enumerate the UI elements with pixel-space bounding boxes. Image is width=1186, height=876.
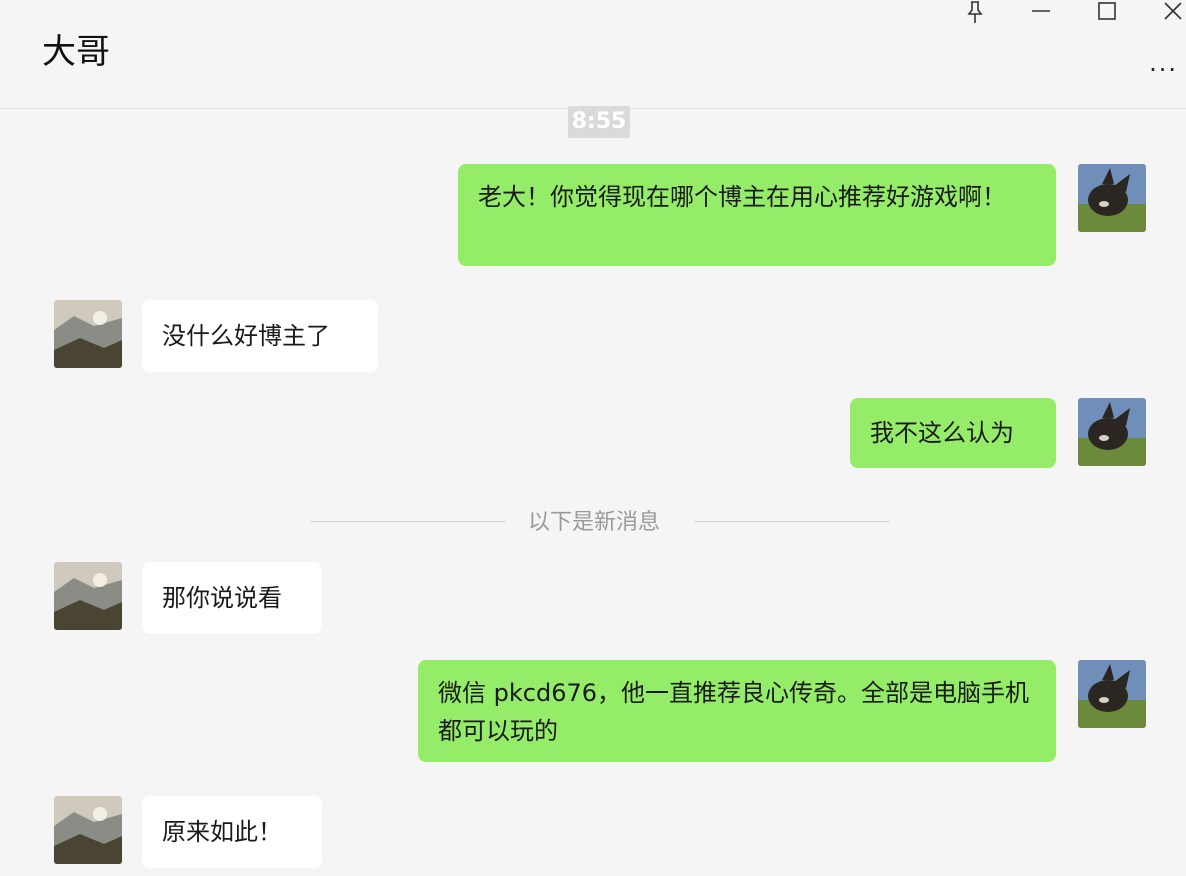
chat-title: 大哥 xyxy=(42,32,110,72)
contact-avatar[interactable] xyxy=(54,562,122,630)
pin-icon[interactable] xyxy=(962,0,988,24)
my-message-bubble[interactable]: 老大！你觉得现在哪个博主在用心推荐好游戏啊！ xyxy=(458,164,1056,266)
contact-avatar[interactable] xyxy=(54,796,122,864)
more-icon[interactable]: ··· xyxy=(1149,56,1178,84)
divider-line-left xyxy=(310,521,506,522)
my-message-bubble[interactable]: 微信 pkcd676，他一直推荐良心传奇。全部是电脑手机都可以玩的 xyxy=(418,660,1056,762)
contact-message-bubble[interactable]: 没什么好博主了 xyxy=(142,300,378,372)
close-icon[interactable] xyxy=(1160,0,1186,24)
contact-avatar[interactable] xyxy=(54,300,122,368)
my-avatar[interactable] xyxy=(1078,660,1146,728)
maximize-icon[interactable] xyxy=(1094,0,1120,24)
my-message-bubble[interactable]: 我不这么认为 xyxy=(850,398,1056,468)
minimize-icon[interactable] xyxy=(1028,0,1054,24)
my-avatar[interactable] xyxy=(1078,398,1146,466)
chat-header: 大哥 ··· xyxy=(0,0,1186,109)
divider-line-right xyxy=(694,521,890,522)
message-timestamp: 8:55 xyxy=(568,106,630,138)
contact-message-bubble[interactable]: 那你说说看 xyxy=(142,562,322,634)
my-avatar[interactable] xyxy=(1078,164,1146,232)
contact-message-bubble[interactable]: 原来如此！ xyxy=(142,796,322,868)
new-messages-divider: 以下是新消息 xyxy=(528,510,661,535)
